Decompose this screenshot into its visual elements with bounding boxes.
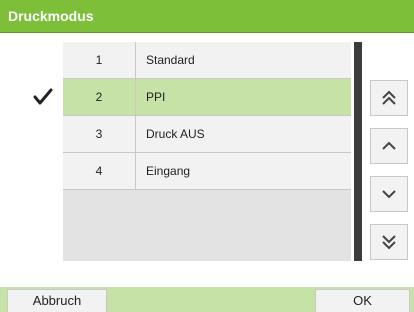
chevron-up-icon <box>382 141 396 150</box>
page-title: Druckmodus <box>8 8 94 24</box>
item-label: Standard <box>146 53 195 67</box>
list-item-4[interactable]: 4 Eingang <box>63 153 351 190</box>
check-icon <box>33 88 53 105</box>
list-item-3[interactable]: 3 Druck AUS <box>63 116 351 153</box>
list-item-2[interactable]: 2 PPI <box>63 79 351 116</box>
item-number: 2 <box>63 79 136 115</box>
double-chevron-up-icon <box>382 90 396 105</box>
chevron-down-icon <box>382 190 396 199</box>
page-down-button[interactable] <box>370 224 408 260</box>
item-label: PPI <box>146 90 166 104</box>
scrollbar[interactable] <box>354 42 362 261</box>
scroll-up-button[interactable] <box>370 128 408 164</box>
item-number: 4 <box>63 153 136 189</box>
ok-button[interactable]: OK <box>315 289 410 312</box>
page-up-button[interactable] <box>370 80 408 116</box>
list-item-1[interactable]: 1 Standard <box>63 42 351 79</box>
item-number: 1 <box>63 42 136 78</box>
item-number: 3 <box>63 116 136 152</box>
double-chevron-down-icon <box>382 235 396 250</box>
item-label: Eingang <box>146 164 191 178</box>
title-bar: Druckmodus <box>0 0 414 33</box>
scroll-down-button[interactable] <box>370 176 408 212</box>
cancel-button[interactable]: Abbruch <box>7 289 107 312</box>
item-label: Druck AUS <box>146 127 205 141</box>
